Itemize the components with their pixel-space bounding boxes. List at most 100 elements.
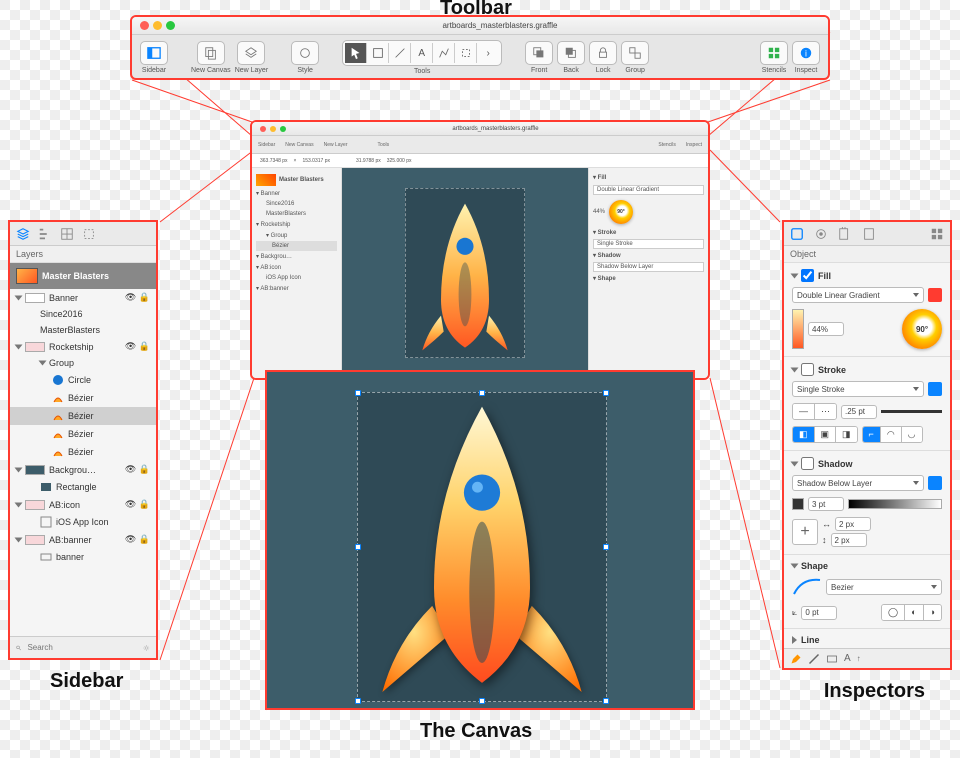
shadow-action[interactable] [928, 476, 942, 490]
toolbar: artboards_masterblasters.graffle Sidebar… [130, 15, 830, 80]
tb-inspect[interactable]: i [792, 41, 820, 65]
fill-opacity[interactable]: 44% [808, 322, 844, 336]
props-tab-icon[interactable] [814, 227, 828, 241]
tb-tools: A › Tools [342, 40, 502, 75]
grid-icon[interactable] [930, 227, 944, 241]
fill-color[interactable] [928, 288, 942, 302]
gear-icon[interactable] [143, 642, 150, 654]
tb-front[interactable] [525, 41, 553, 65]
tool-line[interactable] [389, 43, 411, 63]
inspector-panel: Object Fill Double Linear Gradient 44% 9… [782, 220, 952, 670]
selection-icon[interactable] [82, 227, 96, 241]
line-icon[interactable] [808, 653, 820, 665]
guides-icon[interactable] [60, 227, 74, 241]
layer-ab-banner[interactable]: AB:banner👁 🔒 [10, 531, 156, 548]
section-shadow: Shadow Shadow Below Layer 3 pt + ↔2 px ↕… [784, 451, 950, 555]
tb-new-canvas[interactable]: New Canvas [191, 41, 231, 74]
tb-lock[interactable] [589, 41, 617, 65]
artboard[interactable] [357, 392, 607, 702]
fill-mode-select[interactable]: Double Linear Gradient [792, 287, 924, 303]
section-shape: Shape Bezier ⟀0 pt ◯◐◑ [784, 555, 950, 629]
stroke-pos[interactable]: ◧▣◨ [792, 426, 858, 443]
layers-icon[interactable] [16, 227, 30, 241]
shadow-color[interactable] [792, 498, 804, 510]
window-title: artboards_masterblasters.graffle [442, 21, 557, 30]
shadow-enabled[interactable] [801, 457, 814, 470]
tb-style[interactable]: Style [291, 41, 319, 74]
corner-radius[interactable]: 0 pt [801, 606, 837, 620]
canvas-area[interactable] [265, 370, 695, 710]
tool-more[interactable]: › [477, 43, 499, 63]
stroke-mode-select[interactable]: Single Stroke [792, 381, 924, 397]
rect-icon[interactable] [826, 653, 838, 665]
tb-back[interactable] [557, 41, 585, 65]
mini-inspector: ▾ Fill Double Linear Gradient 44% 90° ▾ … [588, 168, 708, 378]
stroke-color[interactable] [928, 382, 942, 396]
window-traffic-lights[interactable] [140, 21, 175, 30]
tb-group[interactable] [621, 41, 649, 65]
canvas-tab-icon[interactable] [838, 227, 852, 241]
item-ios-icon[interactable]: iOS App Icon [10, 513, 156, 531]
shadow-dy[interactable]: 2 px [831, 533, 867, 547]
sidebar-footer [10, 636, 156, 658]
gradient-bar[interactable] [792, 309, 804, 349]
item-bezier-3[interactable]: Bézier [10, 425, 156, 443]
mini-sidebar: Master Blasters ▾ Banner Since2016 Maste… [252, 168, 342, 378]
mini-ruler: 363.7348 px×153.0317 px 31.9788 px325.00… [252, 154, 708, 168]
outline-icon[interactable] [38, 227, 52, 241]
tb-stencils[interactable] [760, 41, 788, 65]
fill-enabled[interactable] [801, 269, 814, 282]
shadow-mode[interactable]: Shadow Below Layer [792, 475, 924, 491]
item-rectangle[interactable]: Rectangle [10, 478, 156, 496]
titlebar: artboards_masterblasters.graffle [132, 17, 828, 35]
corner-style[interactable]: ⌐◠◡ [862, 426, 923, 443]
item-group[interactable]: Group [10, 355, 156, 371]
layer-rocketship[interactable]: Rocketship 👁 🔒 [10, 338, 156, 355]
angle-wheel[interactable]: 90° [902, 309, 942, 349]
section-stroke: Stroke Single Stroke —⋯ .25 pt ◧▣◨ ⌐◠◡ [784, 357, 950, 451]
shadow-blur[interactable]: 3 pt [808, 497, 844, 511]
search-input[interactable] [27, 643, 137, 652]
item-masterblasters[interactable]: MasterBlasters [10, 322, 156, 338]
tb-new-layer[interactable]: New Layer [235, 41, 268, 74]
tb-sidebar[interactable]: Sidebar [140, 41, 168, 74]
layer-ab-icon[interactable]: AB:icon👁 🔒 [10, 496, 156, 513]
stroke-width[interactable]: .25 pt [841, 405, 877, 419]
mini-canvas [342, 168, 588, 378]
curve-icon [792, 576, 822, 598]
canvas-row[interactable]: Master Blasters [10, 263, 156, 289]
svg-text:i: i [805, 49, 807, 59]
sidebar-tabs[interactable] [10, 222, 156, 246]
item-circle[interactable]: Circle [10, 371, 156, 389]
tool-text[interactable]: A [411, 43, 433, 63]
stroke-enabled[interactable] [801, 363, 814, 376]
object-tab-icon[interactable] [790, 227, 804, 241]
item-since2016[interactable]: Since2016 [10, 306, 156, 322]
shape-type[interactable]: Bezier [826, 579, 942, 595]
layer-banner[interactable]: Banner 👁 🔒 [10, 289, 156, 306]
rocket-graphic[interactable] [358, 393, 606, 701]
shape-ops[interactable]: ◯◐◑ [881, 604, 942, 621]
layer-background[interactable]: Backgrou…👁 🔒 [10, 461, 156, 478]
pen-icon[interactable] [790, 653, 802, 665]
tool-pen[interactable] [433, 43, 455, 63]
shadow-dx[interactable]: 2 px [835, 517, 871, 531]
item-bezier-4[interactable]: Bézier [10, 443, 156, 461]
inspector-mode: Object [784, 246, 950, 263]
tool-select[interactable] [345, 43, 367, 63]
search-icon [16, 643, 21, 653]
sidebar-panel: Layers Master Blasters Banner 👁 🔒 Since2… [8, 220, 158, 660]
shadow-offset-pad[interactable]: + [792, 519, 818, 545]
tool-artboard[interactable] [455, 43, 477, 63]
item-banner[interactable]: banner [10, 548, 156, 566]
inspector-footer: A ↑ [784, 648, 950, 668]
sidebar-header: Layers [10, 246, 156, 263]
section-fill: Fill Double Linear Gradient 44% 90° [784, 263, 950, 357]
mini-window: artboards_masterblasters.graffle Sidebar… [250, 120, 710, 380]
item-bezier-1[interactable]: Bézier [10, 389, 156, 407]
sidebar-body: Master Blasters Banner 👁 🔒 Since2016 Mas… [10, 263, 156, 566]
item-bezier-2-selected[interactable]: Bézier [10, 407, 156, 425]
inspector-tabs[interactable] [784, 222, 950, 246]
doc-tab-icon[interactable] [862, 227, 876, 241]
tool-shape[interactable] [367, 43, 389, 63]
